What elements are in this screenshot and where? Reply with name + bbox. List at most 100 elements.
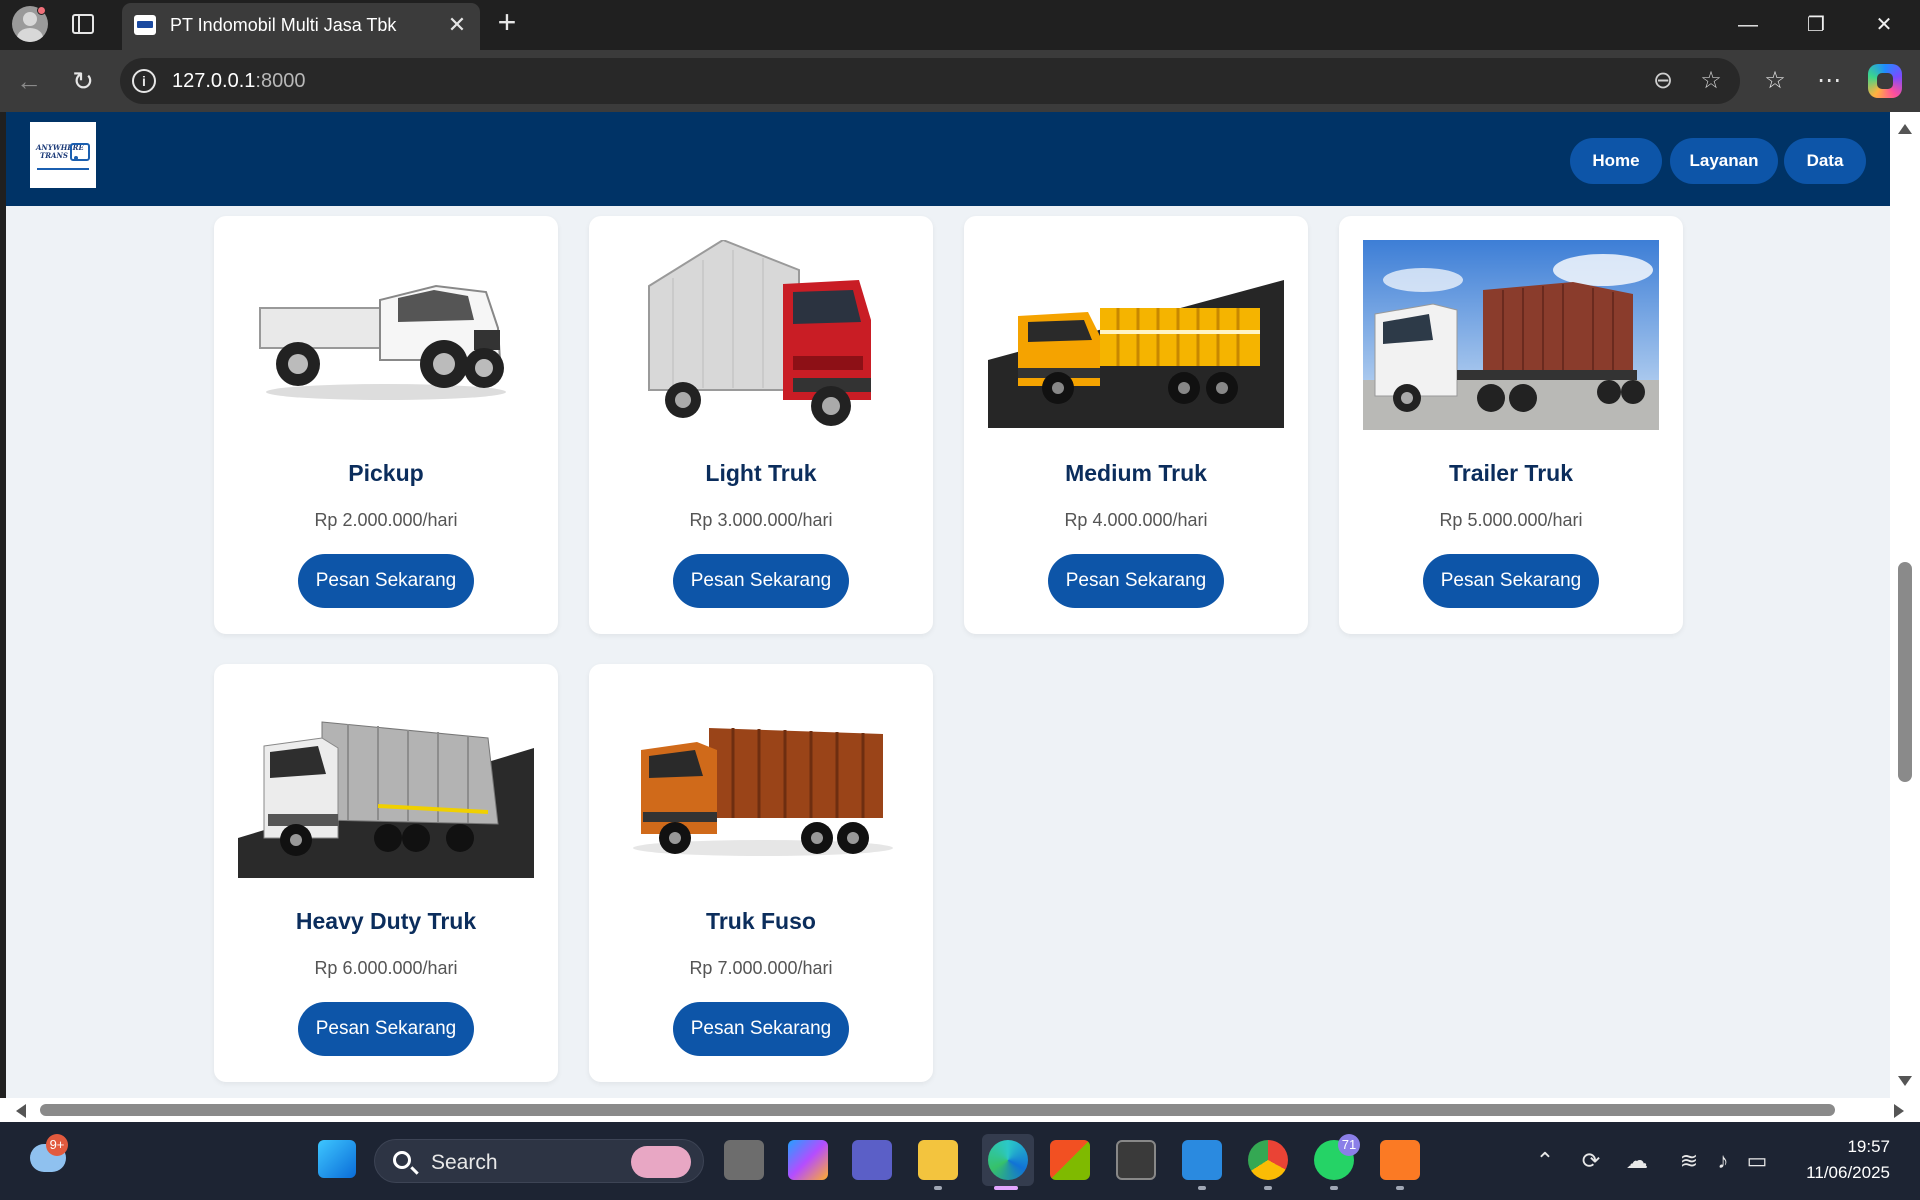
search-label: Search xyxy=(431,1151,498,1174)
vehicle-card-heavy-duty-truk: Heavy Duty Truk Rp 6.000.000/hari Pesan … xyxy=(214,664,558,1082)
vehicle-card-pickup: Pickup Rp 2.000.000/hari Pesan Sekarang xyxy=(214,216,558,634)
back-button[interactable]: ← xyxy=(12,64,46,98)
zoom-out-icon[interactable]: ⊖ xyxy=(1648,66,1678,96)
vscode-icon[interactable] xyxy=(1182,1140,1222,1180)
running-indicator xyxy=(1198,1186,1206,1190)
address-bar[interactable]: i 127.0.0.1:8000 ⊖ ☆ xyxy=(120,58,1740,104)
vehicle-name: Light Truk xyxy=(705,460,817,486)
whatsapp-badge: 71 xyxy=(1338,1134,1360,1156)
site-info-icon[interactable]: i xyxy=(132,69,156,93)
vehicle-price: Rp 7.000.000/hari xyxy=(689,958,833,978)
xampp-icon[interactable] xyxy=(1380,1140,1420,1180)
vehicle-name: Pickup xyxy=(348,460,424,486)
favorites-icon[interactable]: ☆ xyxy=(1758,64,1792,98)
logo-text: ANYWHERE TRANS xyxy=(36,143,84,160)
copilot-icon[interactable] xyxy=(1868,64,1902,98)
tab-favicon-icon xyxy=(134,15,156,35)
horizontal-scroll-thumb[interactable] xyxy=(40,1104,1835,1116)
teams-icon[interactable] xyxy=(852,1140,892,1180)
tab-title: PT Indomobil Multi Jasa Tbk xyxy=(170,15,397,35)
tab-close-icon[interactable]: ✕ xyxy=(444,12,470,38)
battery-icon[interactable]: ▭ xyxy=(1744,1148,1770,1174)
vehicle-name: Truk Fuso xyxy=(706,908,816,934)
show-hidden-icons-icon[interactable]: ⌃ xyxy=(1532,1148,1558,1174)
running-indicator xyxy=(1330,1186,1338,1190)
url-host: 127.0.0.1 xyxy=(172,70,256,92)
store-icon[interactable] xyxy=(1050,1140,1090,1180)
edge-icon[interactable] xyxy=(988,1140,1028,1180)
vehicle-card-light-truk: Light Truk Rp 3.000.000/hari Pesan Sekar… xyxy=(589,216,933,634)
logo-underline xyxy=(37,168,89,170)
file-explorer-icon[interactable] xyxy=(918,1140,958,1180)
scroll-up-icon[interactable] xyxy=(1898,124,1912,134)
browser-titlebar: PT Indomobil Multi Jasa Tbk ✕ + — ❐ ✕ xyxy=(0,0,1920,50)
tab-actions-icon[interactable] xyxy=(72,14,94,34)
order-button[interactable]: Pesan Sekarang xyxy=(298,1002,474,1056)
url-port: :8000 xyxy=(255,70,306,92)
nav-home[interactable]: Home xyxy=(1570,138,1662,184)
search-highlight-icon xyxy=(631,1146,691,1178)
truk-fuso-image xyxy=(613,688,909,878)
close-window-button[interactable]: ✕ xyxy=(1850,0,1918,50)
scroll-right-icon[interactable] xyxy=(1894,1104,1904,1118)
vehicle-price: Rp 3.000.000/hari xyxy=(689,510,833,530)
scroll-left-icon[interactable] xyxy=(16,1104,26,1118)
copilot-app-icon[interactable] xyxy=(788,1140,828,1180)
order-button[interactable]: Pesan Sekarang xyxy=(673,1002,849,1056)
restore-button[interactable]: ❐ xyxy=(1782,0,1850,50)
minimize-button[interactable]: — xyxy=(1714,0,1782,50)
terminal-icon[interactable] xyxy=(1116,1140,1156,1180)
onedrive-icon[interactable]: ☁ xyxy=(1624,1148,1650,1174)
vehicle-price: Rp 6.000.000/hari xyxy=(314,958,458,978)
volume-icon[interactable]: ♪ xyxy=(1710,1148,1736,1174)
order-button[interactable]: Pesan Sekarang xyxy=(1048,554,1224,608)
pickup-image xyxy=(238,240,534,430)
vertical-scroll-thumb[interactable] xyxy=(1898,562,1912,782)
wifi-icon[interactable]: ≋ xyxy=(1676,1148,1702,1174)
nav-data[interactable]: Data xyxy=(1784,138,1866,184)
vehicle-name: Trailer Truk xyxy=(1448,460,1573,486)
scroll-down-icon[interactable] xyxy=(1898,1076,1912,1086)
url-text[interactable]: 127.0.0.1:8000 xyxy=(172,70,305,93)
notification-dot-icon xyxy=(37,6,46,15)
running-indicator xyxy=(1264,1186,1272,1190)
task-view-icon[interactable] xyxy=(724,1140,764,1180)
running-indicator xyxy=(934,1186,942,1190)
browser-tab-active[interactable]: PT Indomobil Multi Jasa Tbk ✕ xyxy=(122,3,480,50)
search-icon xyxy=(393,1151,411,1169)
vehicle-price: Rp 4.000.000/hari xyxy=(1064,510,1208,530)
more-options-icon[interactable]: ⋯ xyxy=(1812,64,1846,98)
chrome-icon[interactable] xyxy=(1248,1140,1288,1180)
vehicle-card-medium-truk: Medium Truk Rp 4.000.000/hari Pesan Seka… xyxy=(964,216,1308,634)
vehicle-name: Heavy Duty Truk xyxy=(295,908,477,934)
trailer-truk-image xyxy=(1363,240,1659,430)
reload-button[interactable]: ↻ xyxy=(66,64,100,98)
nav-layanan[interactable]: Layanan xyxy=(1670,138,1778,184)
weather-badge: 9+ xyxy=(46,1134,68,1156)
taskbar-search[interactable]: Search xyxy=(374,1139,704,1183)
clock[interactable]: 19:57 11/06/2025 xyxy=(1806,1134,1890,1186)
order-button[interactable]: Pesan Sekarang xyxy=(298,554,474,608)
start-icon[interactable] xyxy=(318,1140,356,1178)
light-truk-image xyxy=(613,240,909,430)
windows-taskbar: 9+ Search 71 ⌃ ⟳ ☁ ≋ ♪ ▭ 19:57 11/06/202… xyxy=(0,1122,1920,1200)
favorite-star-icon[interactable]: ☆ xyxy=(1696,66,1726,96)
browser-toolbar: ← ↻ i 127.0.0.1:8000 ⊖ ☆ ☆ ⋯ xyxy=(0,50,1920,112)
vertical-scrollbar[interactable] xyxy=(1890,112,1920,1098)
logo-truck-icon xyxy=(70,143,90,161)
page-viewport: ANYWHERE TRANS Home Layanan Data Pickup … xyxy=(6,112,1890,1098)
clock-time: 19:57 xyxy=(1847,1137,1890,1156)
site-logo[interactable]: ANYWHERE TRANS xyxy=(30,122,96,188)
vehicle-card-truk-fuso: Truk Fuso Rp 7.000.000/hari Pesan Sekara… xyxy=(589,664,933,1082)
running-indicator xyxy=(1396,1186,1404,1190)
order-button[interactable]: Pesan Sekarang xyxy=(1423,554,1599,608)
active-indicator xyxy=(994,1186,1018,1190)
vehicle-price: Rp 5.000.000/hari xyxy=(1439,510,1583,530)
site-header: ANYWHERE TRANS Home Layanan Data xyxy=(6,112,1890,206)
horizontal-scrollbar[interactable] xyxy=(0,1098,1920,1122)
order-button[interactable]: Pesan Sekarang xyxy=(673,554,849,608)
medium-truk-image xyxy=(988,240,1284,430)
new-tab-button[interactable]: + xyxy=(492,6,522,38)
vehicle-price: Rp 2.000.000/hari xyxy=(314,510,458,530)
sync-icon[interactable]: ⟳ xyxy=(1578,1148,1604,1174)
